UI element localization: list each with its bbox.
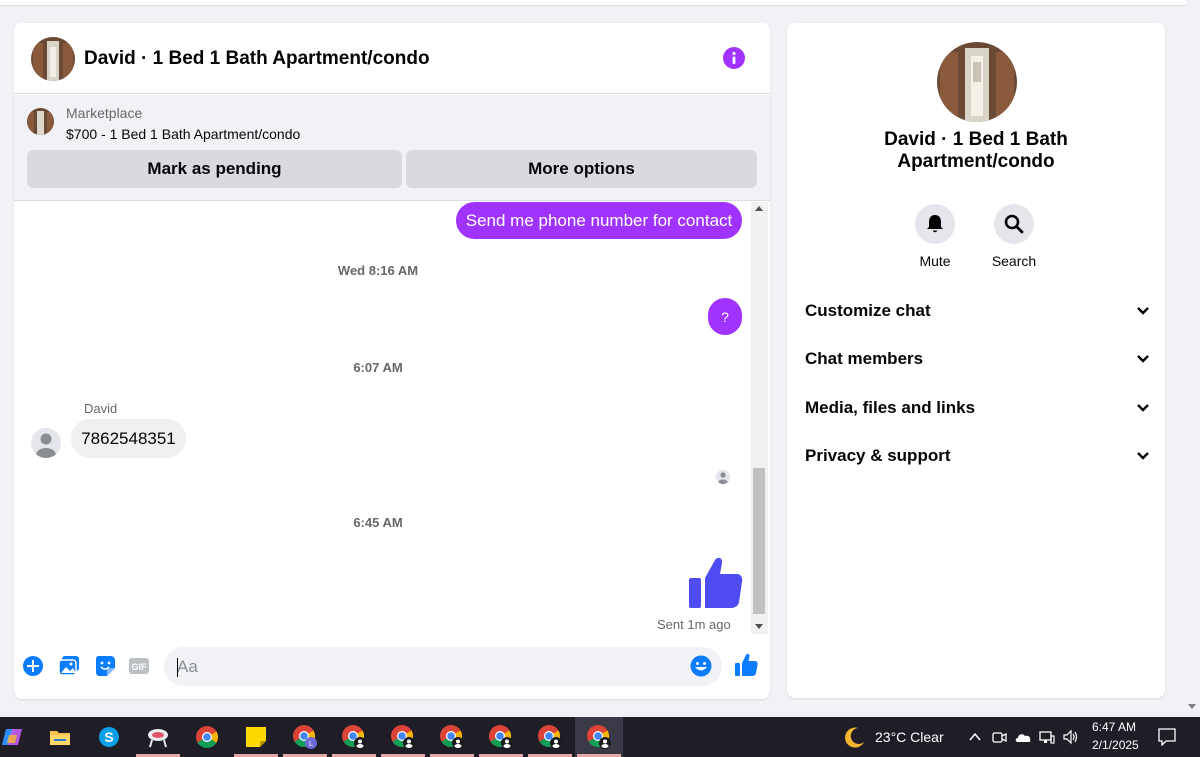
copilot-icon[interactable] xyxy=(0,717,36,757)
scroll-thumb[interactable] xyxy=(753,468,765,614)
photo-icon[interactable] xyxy=(58,655,80,677)
chrome-profile-icon[interactable] xyxy=(379,717,427,757)
chrome-profile-icon[interactable] xyxy=(526,717,574,757)
message-composer: GIF xyxy=(14,643,770,693)
chevron-down-icon xyxy=(1137,404,1149,412)
media-files-links-section[interactable]: Media, files and links xyxy=(805,393,1150,423)
message-timestamp: 6:45 AM xyxy=(353,515,403,530)
incoming-message[interactable]: 7862548351 xyxy=(71,419,186,458)
chat-title[interactable]: David · 1 Bed 1 Bath Apartment/condo xyxy=(84,48,430,70)
svg-text:GIF: GIF xyxy=(132,662,148,672)
network-icon[interactable] xyxy=(1039,729,1055,745)
mute-label: Mute xyxy=(919,253,951,269)
bell-icon[interactable] xyxy=(915,204,955,244)
section-label: Privacy & support xyxy=(805,446,951,465)
chat-avatar[interactable] xyxy=(31,37,75,81)
svg-text:S: S xyxy=(104,729,113,745)
notification-center-icon[interactable] xyxy=(1158,728,1176,747)
chevron-down-icon xyxy=(1137,307,1149,315)
scroll-up-arrow-icon[interactable] xyxy=(755,206,763,211)
chevron-down-icon xyxy=(1137,355,1149,363)
chat-panel: David · 1 Bed 1 Bath Apartment/condo Mar… xyxy=(14,23,770,699)
chat-members-section[interactable]: Chat members xyxy=(805,344,1150,374)
message-scrollbar[interactable] xyxy=(751,202,768,634)
file-explorer-icon[interactable] xyxy=(36,717,84,757)
gif-icon[interactable]: GIF xyxy=(128,655,150,677)
section-label: Media, files and links xyxy=(805,398,976,417)
outgoing-message[interactable]: Send me phone number for contact xyxy=(456,202,742,239)
seen-indicator-avatar xyxy=(716,470,730,484)
chevron-up-icon[interactable] xyxy=(967,729,983,745)
scroll-down-arrow-icon[interactable] xyxy=(755,624,763,629)
search-label: Search xyxy=(991,253,1037,269)
skype-icon[interactable]: S xyxy=(85,717,133,757)
sender-name: David xyxy=(84,401,118,416)
chat-header: David · 1 Bed 1 Bath Apartment/condo xyxy=(14,23,770,94)
privacy-support-section[interactable]: Privacy & support xyxy=(805,441,1150,471)
message-input[interactable] xyxy=(164,647,722,686)
listing-source: Marketplace xyxy=(66,105,143,121)
chat-info-panel: David · 1 Bed 1 Bath Apartment/condo Mut… xyxy=(787,23,1165,698)
mark-as-pending-button[interactable]: Mark as pending xyxy=(27,150,402,188)
section-label: Chat members xyxy=(805,349,924,368)
mute-button[interactable]: Mute xyxy=(905,204,965,269)
outgoing-message[interactable]: ? xyxy=(708,298,742,335)
profile-name: David · 1 Bed 1 Bath Apartment/condo xyxy=(884,129,1068,172)
clock-time[interactable]: 6:47 AM xyxy=(1092,720,1136,734)
sent-status: Sent 1m ago xyxy=(657,617,731,632)
search-button[interactable]: Search xyxy=(984,204,1044,269)
chrome-profile-icon-active[interactable] xyxy=(575,717,623,757)
weather-text[interactable]: 23°C Clear xyxy=(875,729,944,745)
sender-avatar[interactable] xyxy=(31,428,61,458)
listing-price-title[interactable]: $700 - 1 Bed 1 Bath Apartment/condo xyxy=(66,126,300,142)
top-bar-strip xyxy=(0,0,1186,6)
chrome-profile-icon[interactable]: L xyxy=(281,717,329,757)
meet-now-icon[interactable] xyxy=(991,729,1007,745)
profile-avatar[interactable] xyxy=(937,42,1017,122)
more-options-button[interactable]: More options xyxy=(406,150,757,188)
listing-thumbnail[interactable] xyxy=(27,108,54,135)
message-timestamp: 6:07 AM xyxy=(353,360,403,375)
chrome-profile-icon[interactable] xyxy=(428,717,476,757)
info-icon[interactable] xyxy=(723,47,745,69)
message-list: Send me phone number for contact Wed 8:1… xyxy=(14,202,770,634)
onedrive-cloud-icon[interactable] xyxy=(1014,729,1031,745)
sticky-notes-icon[interactable] xyxy=(232,717,280,757)
moon-weather-icon[interactable] xyxy=(843,725,867,749)
chevron-down-icon xyxy=(1137,452,1149,460)
text-caret xyxy=(177,658,178,677)
speaker-volume-icon[interactable] xyxy=(1062,729,1078,745)
sticker-icon[interactable] xyxy=(94,655,116,677)
plus-icon[interactable] xyxy=(22,655,44,677)
customize-chat-section[interactable]: Customize chat xyxy=(805,296,1150,326)
send-like-icon[interactable] xyxy=(734,653,758,677)
snipping-tool-icon[interactable] xyxy=(134,717,182,757)
page-scroll-down-arrow-icon[interactable] xyxy=(1188,704,1196,709)
section-label: Customize chat xyxy=(805,301,931,320)
like-thumbs-up-icon[interactable] xyxy=(687,554,743,610)
clock-date[interactable]: 2/1/2025 xyxy=(1092,738,1139,752)
message-timestamp: Wed 8:16 AM xyxy=(337,263,419,278)
windows-taskbar: S L 23°C Clear 6:47 AM 2/1/2025 xyxy=(0,717,1200,757)
search-icon[interactable] xyxy=(994,204,1034,244)
svg-text:L: L xyxy=(309,741,313,748)
chrome-profile-icon[interactable] xyxy=(330,717,378,757)
emoji-icon[interactable] xyxy=(690,655,712,677)
chrome-profile-icon[interactable] xyxy=(477,717,525,757)
chrome-icon[interactable] xyxy=(183,717,231,757)
marketplace-listing-bar: Marketplace $700 - 1 Bed 1 Bath Apartmen… xyxy=(14,95,770,201)
